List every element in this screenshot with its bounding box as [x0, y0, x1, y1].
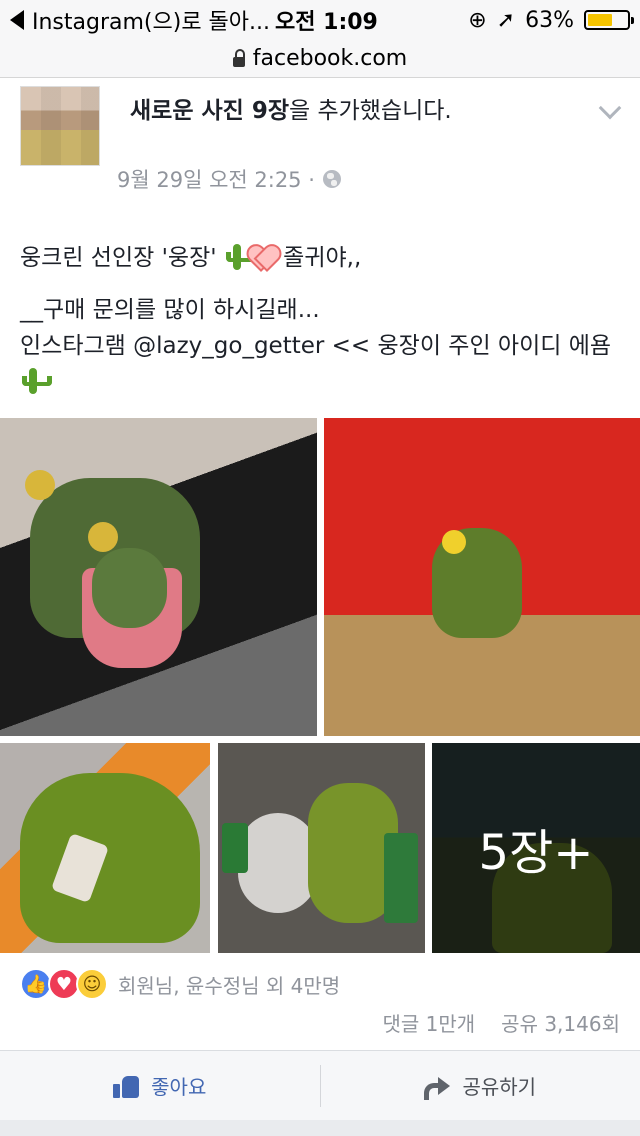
- post-text-line-1a: 웅크린 선인장 '웅장': [20, 245, 224, 271]
- heart-emoji: [248, 244, 276, 270]
- cat-plush: [238, 813, 318, 913]
- post-timestamp[interactable]: 9월 29일 오전 2:25 ·: [117, 164, 315, 194]
- post-title-rest: 을 추가했습니다.: [288, 98, 452, 124]
- cactus-emoji: [224, 242, 256, 270]
- photo-1[interactable]: [0, 418, 317, 736]
- location-arrow-icon: ➚: [496, 7, 516, 33]
- beer-can: [384, 833, 418, 923]
- share-arrow-icon: [424, 1075, 451, 1100]
- lock-icon: [232, 48, 245, 67]
- battery-icon: [584, 10, 634, 30]
- share-button[interactable]: 공유하기: [321, 1051, 640, 1120]
- chevron-down-icon[interactable]: [598, 96, 622, 120]
- back-app-label: Instagram(으)로 돌아...: [32, 10, 271, 35]
- cactus-emoji: [20, 366, 52, 394]
- photo-2[interactable]: [324, 418, 640, 736]
- bottom-strip: [0, 1120, 640, 1136]
- clock: 오전 1:09: [275, 10, 378, 35]
- flower-decoration: [25, 470, 55, 500]
- post-text-line-2: __구매 문의를 많이 하시길래...: [20, 297, 320, 323]
- post-title-bold[interactable]: 새로운 사진 9장: [130, 98, 289, 124]
- like-label: 좋아요: [151, 1075, 207, 1099]
- photo-4[interactable]: [218, 743, 425, 953]
- photo-5[interactable]: 5장+: [432, 743, 640, 953]
- globe-icon: [322, 170, 341, 188]
- shares-count[interactable]: 공유 3,146회: [501, 1008, 620, 1037]
- back-arrow-icon: [10, 10, 24, 30]
- url-text: facebook.com: [252, 46, 408, 71]
- battery-percent: 63%: [525, 7, 574, 33]
- flower-decoration: [88, 522, 118, 552]
- back-to-app-link[interactable]: Instagram(으)로 돌아...: [10, 4, 270, 36]
- action-bar: 좋아요 공유하기: [0, 1050, 640, 1120]
- comments-count[interactable]: 댓글 1만개: [382, 1008, 475, 1037]
- thumbs-up-icon: [113, 1074, 140, 1098]
- like-button[interactable]: 좋아요: [0, 1051, 320, 1120]
- rotation-lock-icon: ⊕: [468, 7, 487, 33]
- reactions-summary[interactable]: 👍 ♥ ☺ 회원님, 윤수정님 외 4만명: [20, 968, 340, 1000]
- post-header: 새로운 사진 9장을 추가했습니다. 9월 29일 오전 2:25 ·: [0, 78, 640, 208]
- url-bar[interactable]: facebook.com: [0, 40, 640, 78]
- avatar[interactable]: [20, 86, 100, 166]
- post-body: 웅크린 선인장 '웅장' 졸귀야,, __구매 문의를 많이 하시길래... 인…: [20, 240, 630, 400]
- more-photos-overlay[interactable]: 5장+: [432, 743, 640, 953]
- reaction-names: 회원님, 윤수정님 외 4만명: [118, 973, 341, 998]
- beer-can: [222, 823, 248, 873]
- more-photos-count: 5장+: [478, 825, 594, 881]
- post-text-line-1b: 졸귀야,,: [275, 245, 362, 271]
- engagement-counts: 댓글 1만개 공유 3,146회: [382, 1008, 620, 1037]
- post-meta: 9월 29일 오전 2:25 ·: [117, 164, 341, 194]
- haha-reaction-icon: ☺: [76, 968, 108, 1000]
- cactus-plush: [20, 773, 200, 943]
- share-label: 공유하기: [462, 1075, 537, 1099]
- photo-3[interactable]: [0, 743, 210, 953]
- flower-decoration: [442, 530, 466, 554]
- status-icons: ⊕ ➚ 63%: [468, 7, 634, 33]
- post-title: 새로운 사진 9장을 추가했습니다.: [130, 94, 590, 128]
- small-cactus-plush: [92, 548, 167, 628]
- status-bar: Instagram(으)로 돌아... 오전 1:09 ⊕ ➚ 63%: [0, 0, 640, 40]
- post-text-line-3: 인스타그램 @lazy_go_getter << 웅장이 주인 아이디 에욤: [20, 333, 612, 359]
